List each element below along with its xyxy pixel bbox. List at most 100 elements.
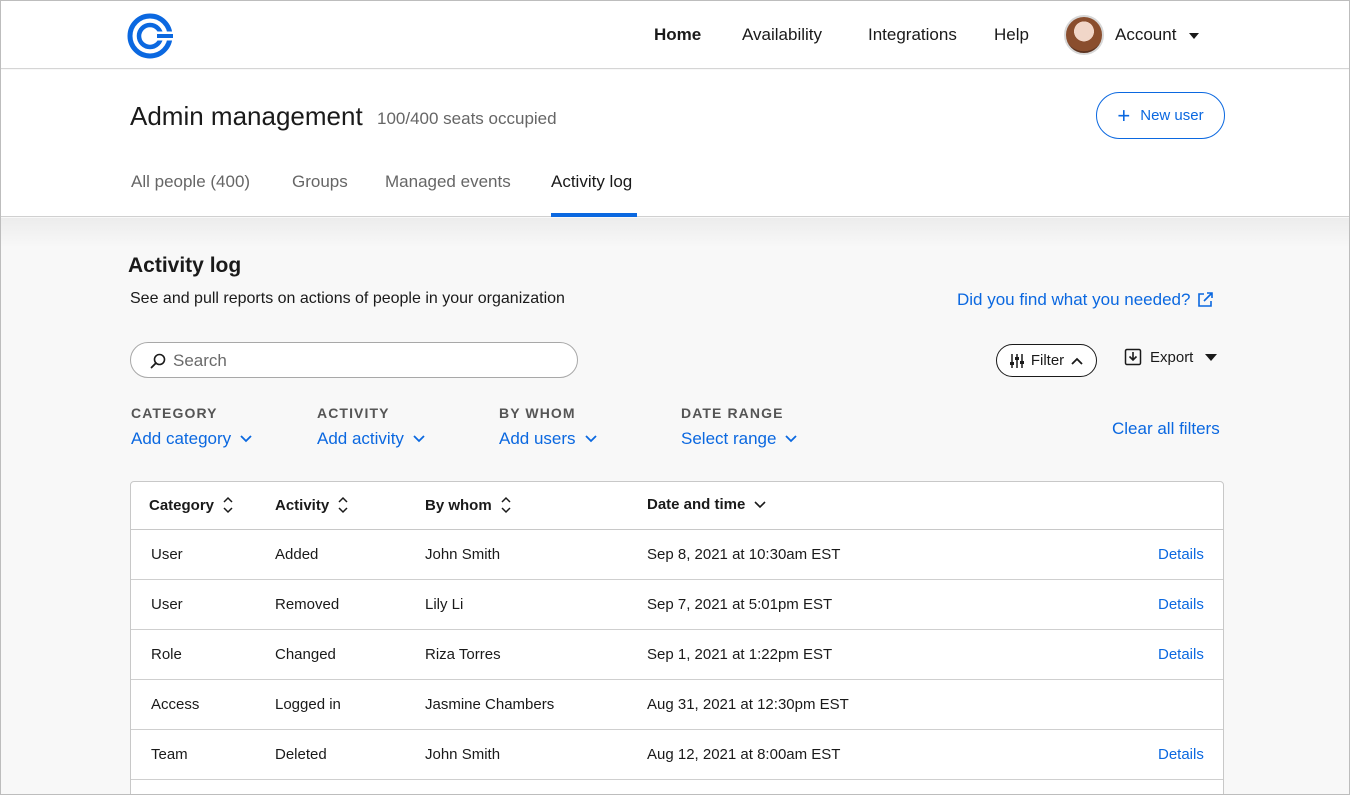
activity-table: Category Activity By whom Date and time <box>130 481 1224 794</box>
new-user-button[interactable]: + New user <box>1096 92 1225 139</box>
plus-icon: + <box>1117 102 1131 128</box>
add-category-label: Add category <box>131 429 232 448</box>
details-link[interactable]: Details <box>1158 646 1204 663</box>
nav-availability[interactable]: Availability <box>742 25 822 45</box>
nav-integrations[interactable]: Integrations <box>868 25 957 45</box>
add-users-label: Add users <box>499 429 576 448</box>
cell-category: User <box>151 546 183 563</box>
cell-datetime: Aug 12, 2021 at 8:00am EST <box>647 746 841 763</box>
table-row: User Removed Lily Li Sep 7, 2021 at 5:01… <box>131 580 1223 630</box>
search-input[interactable] <box>173 349 553 373</box>
cell-activity: Deleted <box>275 746 327 763</box>
filter-label: Filter <box>1030 352 1065 369</box>
cell-activity: Removed <box>275 596 340 613</box>
sort-icon <box>223 496 233 514</box>
seats-occupied-label: 100/400 seats occupied <box>377 109 557 128</box>
filter-button[interactable]: Filter <box>996 344 1097 377</box>
cell-datetime: Sep 1, 2021 at 1:22pm EST <box>647 646 833 663</box>
column-header-by-whom-label: By whom <box>425 496 492 514</box>
cell-by-whom: John Smith <box>425 546 501 563</box>
cell-by-whom: Jasmine Chambers <box>425 696 555 713</box>
add-category-dropdown[interactable]: Add category <box>131 429 253 449</box>
table-header: Category Activity By whom Date and time <box>131 482 1223 530</box>
table-row: User Added John Smith Sep 8, 2021 at 10:… <box>131 530 1223 580</box>
select-range-dropdown[interactable]: Select range <box>681 429 798 449</box>
tab-groups[interactable]: Groups <box>292 172 348 192</box>
chevron-down-icon <box>754 500 766 508</box>
cell-datetime: Sep 8, 2021 at 10:30am EST <box>647 546 841 563</box>
table-row: Team Deleted John Smith Aug 12, 2021 at … <box>131 730 1223 780</box>
add-users-dropdown[interactable]: Add users <box>499 429 598 449</box>
cell-category: Access <box>151 696 200 713</box>
chevron-down-icon <box>240 435 252 443</box>
cell-activity: Changed <box>275 646 336 663</box>
export-caret-down-icon <box>1205 353 1218 361</box>
column-header-category[interactable]: Category <box>149 496 234 514</box>
cell-activity: Logged in <box>275 696 341 713</box>
cell-category: Team <box>151 746 188 763</box>
column-header-by-whom[interactable]: By whom <box>425 496 512 514</box>
filter-by-whom-label: BY WHOM <box>499 405 576 421</box>
avatar[interactable] <box>1064 15 1104 55</box>
account-menu[interactable]: Account <box>1115 25 1176 45</box>
column-header-date-time-label: Date and time <box>647 496 746 513</box>
cell-by-whom: John Smith <box>425 746 501 763</box>
tab-all-people[interactable]: All people (400) <box>131 172 250 192</box>
sort-icon <box>501 496 511 514</box>
details-link[interactable]: Details <box>1158 546 1204 563</box>
filter-category-label: CATEGORY <box>131 405 218 421</box>
cell-by-whom: Lily Li <box>425 596 464 613</box>
column-header-date-time[interactable]: Date and time <box>647 496 767 513</box>
page-title: Admin management <box>130 101 363 131</box>
table-row: Access Logged in Jasmine Chambers Aug 31… <box>131 680 1223 730</box>
filter-date-range: DATE RANGE Select range <box>681 405 798 449</box>
filter-category: CATEGORY Add category <box>131 405 253 449</box>
export-label: Export <box>1150 348 1194 366</box>
cell-datetime: Sep 7, 2021 at 5:01pm EST <box>647 596 833 613</box>
header-shadow <box>1 218 1349 248</box>
chevron-down-icon <box>584 435 597 443</box>
chevron-up-icon <box>1071 357 1083 365</box>
top-navigation: Home Availability Integrations Help Acco… <box>1 1 1349 69</box>
app-window: Home Availability Integrations Help Acco… <box>0 0 1350 795</box>
download-icon <box>1124 348 1142 366</box>
filter-date-range-label: DATE RANGE <box>681 405 784 421</box>
new-user-label: New user <box>1140 107 1204 124</box>
details-link[interactable]: Details <box>1158 746 1204 763</box>
add-activity-dropdown[interactable]: Add activity <box>317 429 426 449</box>
cell-by-whom: Riza Torres <box>425 646 501 663</box>
filter-activity: ACTIVITY Add activity <box>317 405 426 449</box>
nav-help[interactable]: Help <box>994 25 1029 45</box>
cell-category: User <box>151 596 183 613</box>
cell-datetime: Aug 31, 2021 at 12:30pm EST <box>647 696 849 713</box>
nav-home[interactable]: Home <box>654 25 701 45</box>
details-link[interactable]: Details <box>1158 596 1204 613</box>
export-button[interactable]: Export <box>1124 348 1218 366</box>
sliders-icon <box>1009 353 1024 368</box>
active-tab-indicator <box>551 213 637 217</box>
help-link-label: Did you find what you needed? <box>957 290 1191 309</box>
cell-category: Role <box>151 646 182 663</box>
column-header-activity[interactable]: Activity <box>275 496 349 514</box>
chevron-down-icon <box>785 435 798 443</box>
help-feedback-link[interactable]: Did you find what you needed? <box>957 290 1214 310</box>
search-icon <box>150 353 166 369</box>
select-range-label: Select range <box>681 429 777 448</box>
column-header-category-label: Category <box>149 496 215 514</box>
table-row: Role Changed Riza Torres Sep 1, 2021 at … <box>131 630 1223 680</box>
calendly-logo-icon[interactable] <box>127 13 173 59</box>
section-title: Activity log <box>128 254 242 277</box>
filter-activity-label: ACTIVITY <box>317 405 390 421</box>
cell-activity: Added <box>275 546 319 563</box>
clear-all-filters-link[interactable]: Clear all filters <box>1112 419 1220 439</box>
filter-by-whom: BY WHOM Add users <box>499 405 598 449</box>
tab-activity-log[interactable]: Activity log <box>551 172 632 192</box>
tab-managed-events[interactable]: Managed events <box>385 172 511 192</box>
account-caret-down-icon[interactable] <box>1189 33 1199 39</box>
chevron-down-icon <box>413 435 425 443</box>
external-link-icon <box>1198 292 1214 307</box>
search-field[interactable] <box>130 342 578 378</box>
column-header-activity-label: Activity <box>275 496 330 514</box>
sort-icon <box>338 496 348 514</box>
section-description: See and pull reports on actions of peopl… <box>130 290 565 307</box>
